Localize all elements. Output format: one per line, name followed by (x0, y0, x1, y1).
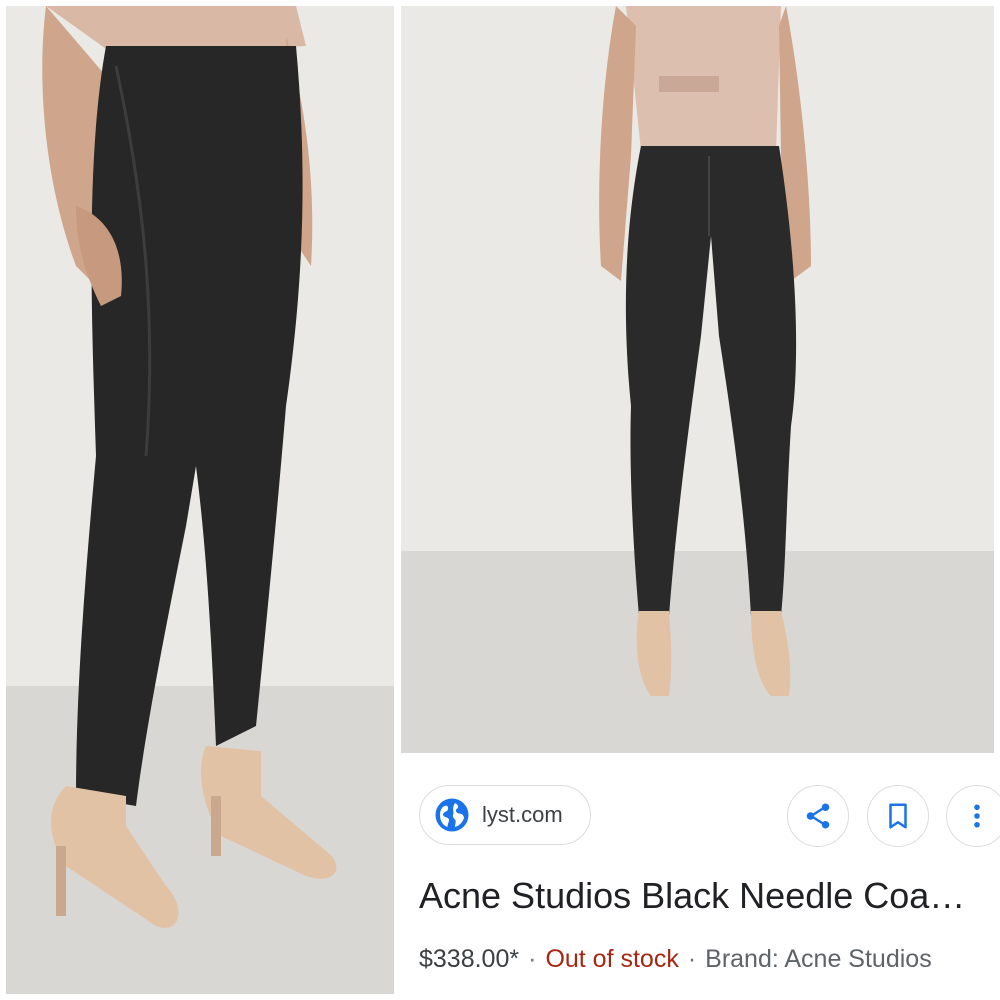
share-icon (806, 803, 830, 829)
stock-status: Out of stock (545, 945, 679, 973)
bookmark-icon (889, 803, 907, 829)
right-product-image[interactable] (401, 6, 994, 753)
bookmark-button[interactable] (867, 785, 929, 847)
more-vert-icon (974, 804, 980, 828)
product-result-card: lyst.com Acne Studios Black Needle Coa… … (401, 753, 1000, 1000)
product-meta: $338.00* · Out of stock · Brand: Acne Studio… (419, 945, 932, 974)
separator: · (528, 945, 537, 973)
left-photo-graphic (6, 6, 394, 994)
globe-icon (435, 798, 469, 832)
share-button[interactable] (787, 785, 849, 847)
brand: Brand: Acne Studios (705, 945, 932, 973)
left-product-image[interactable] (6, 6, 394, 994)
more-options-button[interactable] (946, 785, 1000, 847)
right-photo-graphic (401, 6, 994, 753)
separator: · (687, 945, 697, 973)
product-title[interactable]: Acne Studios Black Needle Coa… (419, 875, 995, 917)
source-label: lyst.com (482, 802, 563, 827)
price: $338.00* (419, 945, 520, 973)
source-chip[interactable]: lyst.com (419, 785, 591, 845)
